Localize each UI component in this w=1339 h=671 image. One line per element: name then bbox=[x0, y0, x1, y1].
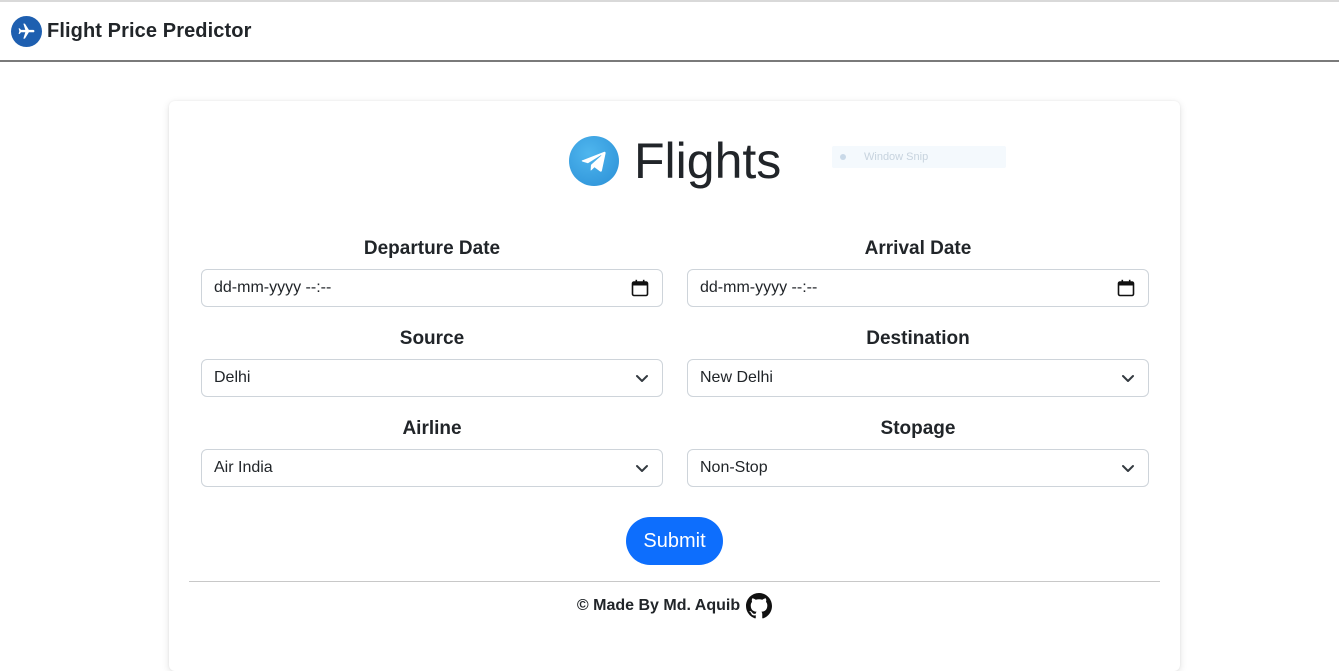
footer-credit: © Made By Md. Aquib bbox=[576, 597, 741, 614]
calendar-icon[interactable] bbox=[631, 279, 649, 297]
arrival-date-placeholder: dd-mm-yyyy --:-- bbox=[700, 279, 818, 296]
departure-date-label: Departure Date bbox=[363, 238, 501, 259]
destination-label: Destination bbox=[866, 328, 970, 349]
navbar: Flight Price Predictor bbox=[0, 2, 1339, 62]
source-select[interactable]: Delhi bbox=[201, 359, 663, 397]
airline-label: Airline bbox=[402, 418, 462, 439]
destination-select[interactable]: New Delhi bbox=[687, 359, 1149, 397]
footer-divider bbox=[189, 581, 1160, 582]
source-value: Delhi bbox=[214, 369, 251, 386]
stopage-label: Stopage bbox=[880, 418, 956, 439]
airline-value: Air India bbox=[214, 459, 273, 476]
window-snip-overlay: Window Snip bbox=[832, 146, 1006, 168]
form-card: Flights Window Snip Departure Date dd-mm… bbox=[169, 101, 1180, 671]
destination-group: Destination New Delhi bbox=[687, 326, 1149, 397]
airline-select[interactable]: Air India bbox=[201, 449, 663, 487]
card-heading: Flights bbox=[569, 131, 781, 191]
airplane-icon[interactable] bbox=[11, 15, 42, 47]
github-icon[interactable] bbox=[746, 593, 773, 619]
departure-date-group: Departure Date dd-mm-yyyy --:-- bbox=[201, 236, 663, 307]
arrival-date-input[interactable]: dd-mm-yyyy --:-- bbox=[687, 269, 1149, 307]
brand-title[interactable]: Flight Price Predictor bbox=[47, 20, 251, 43]
stopage-value: Non-Stop bbox=[700, 459, 768, 476]
stopage-select[interactable]: Non-Stop bbox=[687, 449, 1149, 487]
departure-date-placeholder: dd-mm-yyyy --:-- bbox=[214, 279, 332, 296]
arrival-date-label: Arrival Date bbox=[864, 238, 972, 259]
footer: © Made By Md. Aquib bbox=[169, 593, 1180, 619]
source-label: Source bbox=[399, 328, 465, 349]
snip-label: Window Snip bbox=[864, 151, 929, 163]
arrival-date-group: Arrival Date dd-mm-yyyy --:-- bbox=[687, 236, 1149, 307]
airline-group: Airline Air India bbox=[201, 416, 663, 487]
page-title: Flights bbox=[634, 133, 782, 189]
telegram-icon bbox=[569, 136, 619, 186]
source-group: Source Delhi bbox=[201, 326, 663, 397]
chevron-down-icon bbox=[635, 463, 649, 473]
chevron-down-icon bbox=[1121, 463, 1135, 473]
snip-dot-icon bbox=[840, 154, 846, 160]
destination-value: New Delhi bbox=[700, 369, 773, 386]
submit-button[interactable]: Submit bbox=[626, 517, 723, 565]
calendar-icon[interactable] bbox=[1117, 279, 1135, 297]
stopage-group: Stopage Non-Stop bbox=[687, 416, 1149, 487]
chevron-down-icon bbox=[1121, 373, 1135, 383]
chevron-down-icon bbox=[635, 373, 649, 383]
departure-date-input[interactable]: dd-mm-yyyy --:-- bbox=[201, 269, 663, 307]
